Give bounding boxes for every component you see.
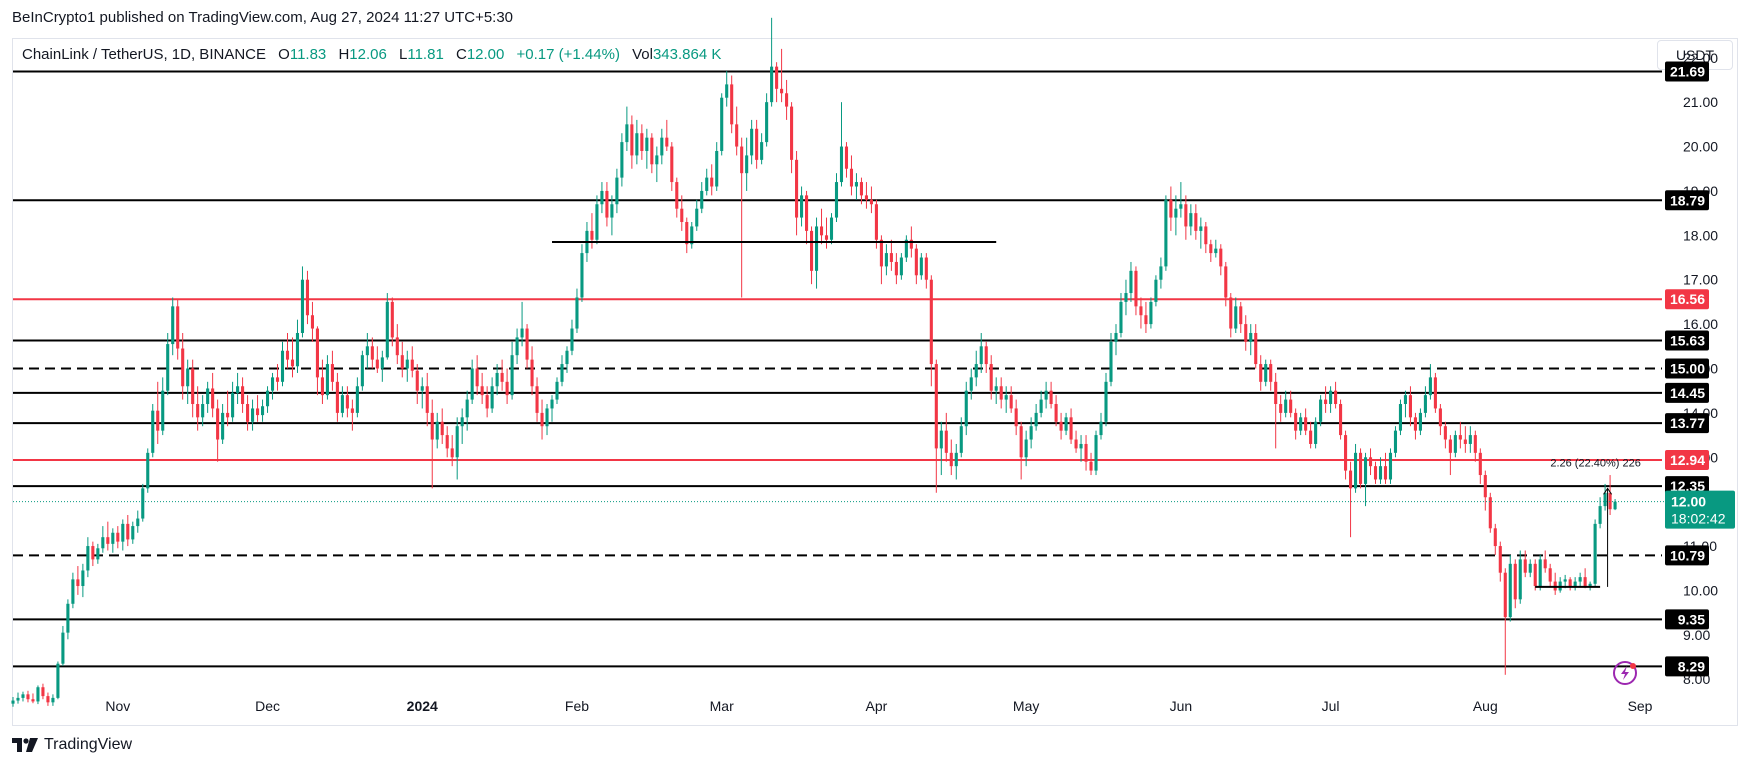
legend-volume-label: Vol [632, 46, 653, 63]
published-by-line: BeInCrypto1 published on TradingView.com… [12, 9, 514, 26]
chart-frame[interactable] [12, 38, 1738, 726]
tradingview-brand[interactable]: TradingView [12, 736, 132, 754]
legend-change-value: +0.17 (+1.44%) [516, 46, 620, 63]
currency-button[interactable]: USDT [1657, 40, 1733, 70]
legend-open-value: 11.83 [289, 46, 327, 63]
legend-close-value: 12.00 [466, 46, 505, 63]
symbol-name[interactable]: ChainLink / TetherUS, 1D, BINANCE [22, 46, 266, 63]
legend-low-value: 11.81 [407, 46, 444, 63]
legend-open-label: O [278, 46, 290, 63]
tradingview-brand-name: TradingView [44, 736, 133, 753]
legend-close-label: C [455, 46, 467, 63]
legend-high-label: H [338, 46, 350, 63]
symbol-legend: ChainLink / TetherUS, 1D, BINANCE O11.83… [22, 46, 721, 63]
legend-volume-value: 343.864 K [652, 46, 722, 63]
legend-high-value: 12.06 [349, 46, 387, 63]
tradingview-logo-icon [12, 738, 38, 752]
